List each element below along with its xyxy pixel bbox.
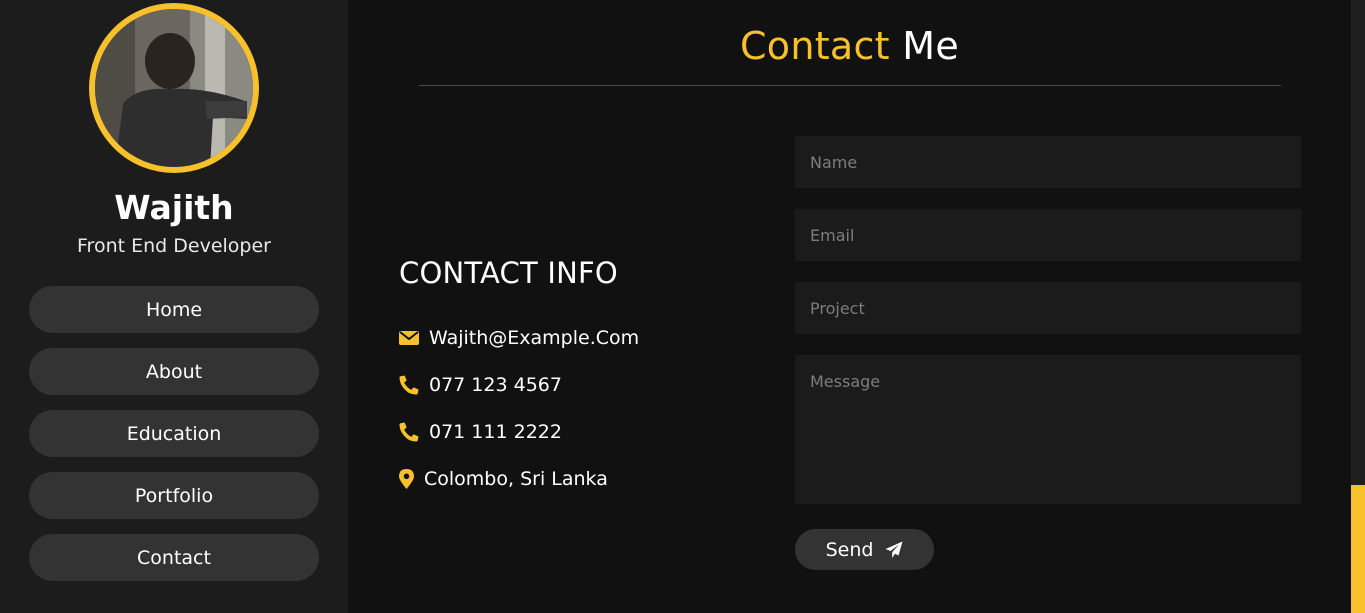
page-title: Contact Me bbox=[348, 24, 1351, 68]
nav-item-portfolio[interactable]: Portfolio bbox=[29, 472, 319, 519]
message-input[interactable] bbox=[795, 355, 1301, 504]
profile-role: Front End Developer bbox=[77, 235, 271, 257]
phone-icon bbox=[399, 422, 419, 442]
contact-phone-text-2: 071 111 2222 bbox=[429, 421, 562, 443]
map-marker-icon bbox=[399, 469, 414, 489]
nav-item-home[interactable]: Home bbox=[29, 286, 319, 333]
contact-location-row: Colombo, Sri Lanka bbox=[399, 465, 608, 493]
page-title-rest: Me bbox=[902, 24, 960, 68]
avatar-photo bbox=[95, 9, 253, 167]
nav-item-education[interactable]: Education bbox=[29, 410, 319, 457]
scrollbar-thumb[interactable] bbox=[1351, 485, 1365, 613]
nav-item-contact[interactable]: Contact bbox=[29, 534, 319, 581]
send-button[interactable]: Send bbox=[795, 529, 934, 570]
main-content: Contact Me CONTACT INFO Wajith@Example.C… bbox=[348, 0, 1351, 613]
sidebar: Wajith Front End Developer Home About Ed… bbox=[0, 0, 348, 613]
send-button-label: Send bbox=[825, 538, 874, 561]
name-input[interactable] bbox=[795, 136, 1301, 188]
contact-phone-row-2: 071 111 2222 bbox=[399, 418, 562, 446]
project-input[interactable] bbox=[795, 282, 1301, 334]
page-title-accent: Contact bbox=[739, 24, 890, 68]
contact-email-text: Wajith@Example.Com bbox=[429, 327, 640, 349]
profile-name: Wajith bbox=[114, 188, 234, 227]
contact-location-text: Colombo, Sri Lanka bbox=[424, 468, 608, 490]
email-input[interactable] bbox=[795, 209, 1301, 261]
contact-phone-row-1: 077 123 4567 bbox=[399, 371, 562, 399]
title-divider bbox=[419, 85, 1281, 86]
paper-plane-icon bbox=[885, 541, 903, 558]
contact-phone-text-1: 077 123 4567 bbox=[429, 374, 562, 396]
contact-info-heading: CONTACT INFO bbox=[399, 256, 618, 290]
envelope-icon bbox=[399, 330, 419, 346]
phone-icon bbox=[399, 375, 419, 395]
nav-item-about[interactable]: About bbox=[29, 348, 319, 395]
avatar bbox=[89, 3, 259, 173]
contact-email-row: Wajith@Example.Com bbox=[399, 324, 639, 352]
